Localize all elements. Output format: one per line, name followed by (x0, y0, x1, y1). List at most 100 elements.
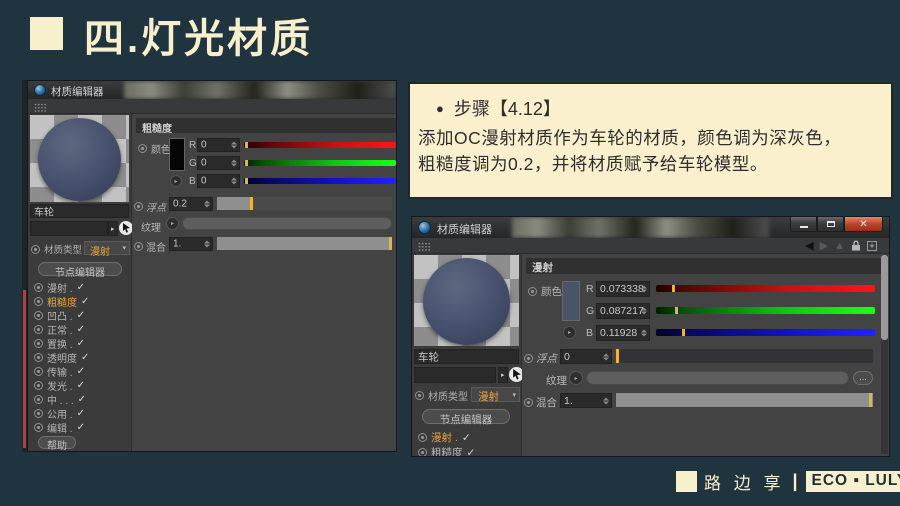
stepper-icon[interactable] (231, 178, 237, 185)
b-value: 0.11928 (600, 327, 637, 339)
texture-bar[interactable] (182, 217, 392, 230)
radio-icon[interactable] (31, 245, 40, 254)
b-slider[interactable] (244, 178, 396, 184)
channel-item[interactable]: 公用 . ✓ (28, 406, 131, 420)
radio-icon[interactable] (524, 398, 533, 407)
back-arrow-icon[interactable]: ◀ (805, 239, 813, 252)
maximize-button[interactable] (817, 217, 844, 232)
expand-color-button[interactable]: ▸ (563, 326, 576, 339)
play-icon: ▸ (501, 371, 505, 379)
material-preview[interactable] (30, 115, 129, 202)
pick-object-button[interactable] (119, 221, 133, 235)
play-icon: ▸ (174, 178, 177, 185)
material-name-field[interactable]: 车轮 (414, 349, 519, 364)
g-value-field[interactable]: 0 (197, 156, 240, 170)
channel-item[interactable]: 凹凸 . ✓ (28, 308, 131, 322)
color-swatch[interactable] (562, 281, 580, 321)
channel-item[interactable]: 透明度 ✓ (28, 350, 131, 364)
window-titlebar[interactable]: 材质编辑器 (28, 81, 396, 99)
float-value-field[interactable]: 0 (560, 349, 612, 364)
radio-icon[interactable] (138, 144, 147, 153)
g-label: G (189, 158, 197, 169)
g-value-field[interactable]: 0.087217 (596, 303, 650, 319)
stepper-icon[interactable] (603, 353, 609, 360)
forward-arrow-icon[interactable]: ▶ (820, 239, 828, 252)
radio-icon (34, 381, 43, 390)
r-slider[interactable] (244, 142, 396, 148)
scrollbar-thumb[interactable] (881, 255, 888, 340)
expand-color-button[interactable]: ▸ (170, 175, 182, 187)
float-slider[interactable] (616, 349, 873, 363)
channel-item[interactable]: 编辑 . ✓ (28, 420, 131, 434)
mix-slider[interactable] (217, 237, 392, 250)
stepper-icon[interactable] (641, 308, 647, 315)
drag-grip-icon[interactable] (418, 242, 431, 251)
r-value-field[interactable]: 0 (197, 138, 240, 152)
channel-item[interactable]: 正常 . ✓ (28, 322, 131, 336)
material-type-dropdown[interactable]: 漫射 ▾ (471, 387, 520, 402)
texture-expand-button[interactable]: ▸ (569, 371, 583, 385)
radio-icon[interactable] (528, 287, 537, 296)
mix-value-field[interactable]: 1. (169, 237, 213, 251)
expand-button[interactable]: ▸ (108, 221, 118, 236)
node-editor-button[interactable]: 节点编辑器 (422, 409, 510, 424)
channel-item[interactable]: 漫射 . ✓ (28, 280, 131, 294)
stepper-icon[interactable] (641, 330, 647, 337)
material-type-dropdown[interactable]: 漫射 ▾ (84, 241, 130, 255)
stepper-icon[interactable] (231, 142, 237, 149)
mix-value-field[interactable]: 1. (560, 393, 612, 408)
reference-field[interactable] (414, 367, 496, 383)
up-arrow-icon[interactable]: ▲ (834, 240, 845, 252)
float-value-field[interactable]: 0.2 (169, 197, 213, 211)
color-swatch[interactable] (169, 138, 185, 171)
radio-icon[interactable] (524, 354, 533, 363)
channel-item[interactable]: 粗糙度 ✓ (28, 294, 131, 308)
material-name-field[interactable]: 车轮 (30, 204, 129, 218)
radio-icon[interactable] (134, 202, 143, 211)
window-titlebar[interactable]: 材质编辑器 ✕ (412, 217, 889, 238)
browse-button[interactable]: ... (853, 371, 873, 385)
expand-button[interactable]: ▸ (498, 367, 508, 383)
b-value-field[interactable]: 0 (197, 174, 240, 188)
editor-sidebar: 车轮 ▸ 材质类型 漫射 ▾ 节点编辑器 (412, 254, 522, 456)
step-note-box: ●步骤【4.12】 添加OC漫射材质作为车轮的材质，颜色调为深灰色， 粗糙度调为… (408, 82, 893, 199)
r-label: R (586, 283, 594, 295)
stepper-icon[interactable] (204, 241, 210, 248)
texture-bar[interactable] (586, 371, 849, 385)
vertical-scrollbar[interactable] (881, 255, 888, 454)
r-value-field[interactable]: 0.073338 (596, 281, 650, 297)
minimize-button[interactable] (790, 217, 817, 232)
channel-item[interactable]: 传输 . ✓ (28, 364, 131, 378)
close-button[interactable]: ✕ (844, 217, 883, 232)
texture-expand-button[interactable]: ▸ (166, 217, 179, 230)
help-button[interactable]: 帮助 (38, 436, 76, 449)
channel-item[interactable]: 发光 . ✓ (28, 378, 131, 392)
r-slider[interactable] (656, 285, 875, 292)
r-label: R (189, 140, 196, 151)
channel-item[interactable]: 粗糙度 ✓ (412, 445, 521, 457)
stepper-icon[interactable] (603, 397, 609, 404)
reference-field[interactable] (30, 221, 108, 236)
stepper-icon[interactable] (231, 160, 237, 167)
g-slider[interactable] (244, 160, 396, 166)
material-preview[interactable] (414, 255, 519, 346)
radio-icon[interactable] (415, 391, 424, 400)
drag-grip-icon[interactable] (34, 103, 47, 112)
material-type-row: 材质类型 (31, 242, 82, 256)
color-label: 颜色 (151, 141, 171, 156)
radio-icon[interactable] (134, 242, 143, 251)
g-slider[interactable] (656, 307, 875, 314)
node-editor-button[interactable]: 节点编辑器 (38, 262, 122, 276)
channel-label: 漫射 . (431, 430, 458, 445)
channel-item[interactable]: 中 . . . ✓ (28, 392, 131, 406)
b-value-field[interactable]: 0.11928 (596, 325, 650, 341)
lock-icon[interactable] (851, 240, 861, 251)
channel-item[interactable]: 漫射 . ✓ (412, 430, 521, 445)
channel-item[interactable]: 置换 . ✓ (28, 336, 131, 350)
add-tab-icon[interactable]: + (867, 241, 877, 251)
stepper-icon[interactable] (204, 201, 210, 208)
float-slider[interactable] (217, 197, 392, 210)
b-slider[interactable] (656, 329, 875, 336)
mix-slider[interactable] (616, 393, 873, 407)
stepper-icon[interactable] (641, 286, 647, 293)
